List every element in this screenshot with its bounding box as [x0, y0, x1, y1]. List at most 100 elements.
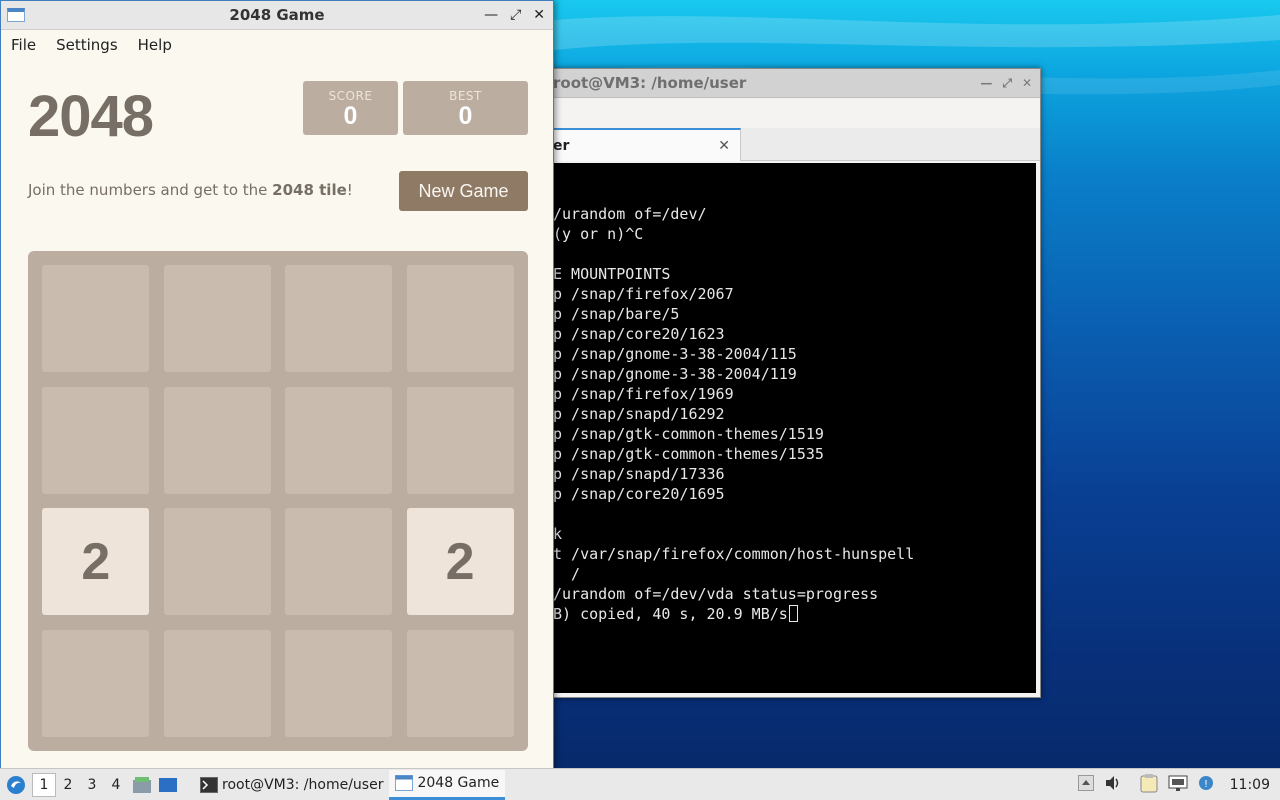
- terminal-tabbar: er ✕: [549, 128, 1040, 161]
- terminal-title: root@VM3: /home/user: [553, 74, 747, 92]
- network-icon[interactable]: [1168, 774, 1188, 796]
- terminal-line: p /snap/snapd/16292: [553, 405, 725, 423]
- terminal-line: p /snap/core20/1695: [553, 485, 725, 503]
- tab-close-icon[interactable]: ✕: [718, 138, 730, 154]
- terminal-tab[interactable]: er ✕: [549, 128, 741, 161]
- board-cell: [163, 629, 271, 737]
- window-icon: [395, 775, 414, 791]
- board-cell: [163, 265, 271, 373]
- terminal-line: /: [553, 565, 581, 583]
- score-value: 0: [343, 102, 358, 130]
- best-value: 0: [458, 102, 473, 130]
- task-2048[interactable]: 2048 Game: [389, 769, 506, 800]
- terminal-line: p /snap/core20/1623: [553, 325, 725, 343]
- start-menu-button[interactable]: [0, 769, 32, 800]
- best-label: BEST: [449, 89, 482, 103]
- svg-text:!: !: [1204, 779, 1208, 790]
- terminal-line: t /var/snap/firefox/common/host-hunspell: [553, 545, 915, 563]
- workspace-3[interactable]: 3: [80, 773, 104, 797]
- terminal-line: p /snap/gnome-3-38-2004/115: [553, 345, 797, 363]
- terminal-line: p /snap/bare/5: [553, 305, 680, 323]
- board-cell: [42, 265, 150, 373]
- task-2048-label: 2048 Game: [417, 775, 500, 791]
- terminal-line: p /snap/gnome-3-38-2004/119: [553, 365, 797, 383]
- terminal-window[interactable]: root@VM3: /home/user — ⤢ ✕ er ✕ /urandom…: [548, 68, 1041, 698]
- board-cell: [285, 629, 393, 737]
- terminal-icon: [200, 776, 218, 793]
- file-manager-icon: [133, 776, 151, 793]
- workspace-2[interactable]: 2: [56, 773, 80, 797]
- game-intro: Join the numbers and get to the 2048 til…: [28, 181, 353, 199]
- close-icon[interactable]: ✕: [533, 7, 545, 23]
- system-tray: ! 11:09: [1077, 773, 1280, 797]
- minimize-icon[interactable]: —: [484, 7, 498, 23]
- tile: 2: [42, 508, 150, 616]
- board-cell: [285, 386, 393, 494]
- game-heading: 2048: [28, 84, 154, 149]
- board-cell: [163, 508, 271, 616]
- board-cell: [163, 386, 271, 494]
- game-window[interactable]: 2048 Game — ⤢ ✕ File Settings Help 2048 …: [0, 0, 554, 770]
- terminal-line: B) copied, 40 s, 20.9 MB/s: [553, 604, 1036, 624]
- terminal-tab-label: er: [553, 137, 570, 154]
- maximize-icon[interactable]: ⤢: [1002, 76, 1012, 91]
- terminal-line: p /snap/snapd/17336: [553, 465, 725, 483]
- board-cell: [42, 629, 150, 737]
- terminal-output[interactable]: /urandom of=/dev/ (y or n)^C E MOUNTPOINTS…: [553, 163, 1036, 693]
- maximize-icon[interactable]: ⤢: [510, 7, 521, 23]
- game-board[interactable]: 22: [28, 251, 528, 751]
- clock: 11:09: [1229, 776, 1270, 793]
- menu-help[interactable]: Help: [128, 36, 182, 54]
- best-box: BEST 0: [403, 81, 528, 135]
- terminal-line: /urandom of=/dev/: [553, 205, 707, 223]
- intro-suffix: !: [346, 181, 353, 199]
- menubar: File Settings Help: [1, 30, 553, 60]
- lubuntu-icon: [7, 775, 25, 794]
- terminal-line: /urandom of=/dev/vda status=progress: [553, 585, 879, 603]
- score-label: SCORE: [328, 89, 373, 103]
- game-titlebar[interactable]: 2048 Game — ⤢ ✕: [1, 1, 553, 30]
- board-cell: [285, 508, 393, 616]
- minimize-icon[interactable]: —: [980, 76, 992, 91]
- volume-icon[interactable]: [1104, 775, 1122, 795]
- notification-icon[interactable]: !: [1198, 775, 1214, 795]
- terminal-line: k: [553, 525, 563, 543]
- intro-bold: 2048 tile: [272, 181, 347, 199]
- workspace-4[interactable]: 4: [104, 773, 128, 797]
- desktop-icon: [159, 777, 177, 792]
- terminal-titlebar[interactable]: root@VM3: /home/user — ⤢ ✕: [549, 69, 1040, 98]
- terminal-line: (y or n)^C: [553, 225, 644, 243]
- board-cell: [406, 386, 514, 494]
- taskbar: 1 2 3 4 root@VM3: /home/user 2048 Game !…: [0, 768, 1280, 800]
- new-game-button[interactable]: New Game: [399, 171, 528, 211]
- terminal-line: p /snap/firefox/1969: [553, 385, 734, 403]
- tray-up-arrow-icon[interactable]: [1077, 774, 1094, 795]
- close-icon[interactable]: ✕: [1022, 76, 1032, 91]
- board-cell: [406, 265, 514, 373]
- task-terminal[interactable]: root@VM3: /home/user: [194, 770, 389, 800]
- clipboard-icon[interactable]: [1140, 773, 1158, 797]
- board-cell: [406, 629, 514, 737]
- terminal-line: p /snap/gtk-common-themes/1535: [553, 445, 824, 463]
- game-window-title: 2048 Game: [229, 6, 325, 24]
- terminal-line: p /snap/firefox/2067: [553, 285, 734, 303]
- board-cell: [42, 386, 150, 494]
- board-cell: [285, 265, 393, 373]
- intro-prefix: Join the numbers and get to the: [28, 181, 273, 199]
- terminal-cursor: [788, 605, 798, 622]
- task-terminal-label: root@VM3: /home/user: [222, 776, 384, 793]
- score-box: SCORE 0: [303, 81, 398, 135]
- terminal-line: E MOUNTPOINTS: [553, 265, 671, 283]
- terminal-line: p /snap/gtk-common-themes/1519: [553, 425, 824, 443]
- tile: 2: [406, 508, 514, 616]
- menu-settings[interactable]: Settings: [46, 36, 128, 54]
- terminal-toolbar: [549, 98, 1040, 128]
- workspace-1[interactable]: 1: [32, 772, 56, 797]
- show-desktop-button[interactable]: [156, 773, 180, 797]
- window-icon: [7, 8, 25, 22]
- menu-file[interactable]: File: [1, 36, 46, 54]
- file-manager-launcher[interactable]: [130, 773, 154, 797]
